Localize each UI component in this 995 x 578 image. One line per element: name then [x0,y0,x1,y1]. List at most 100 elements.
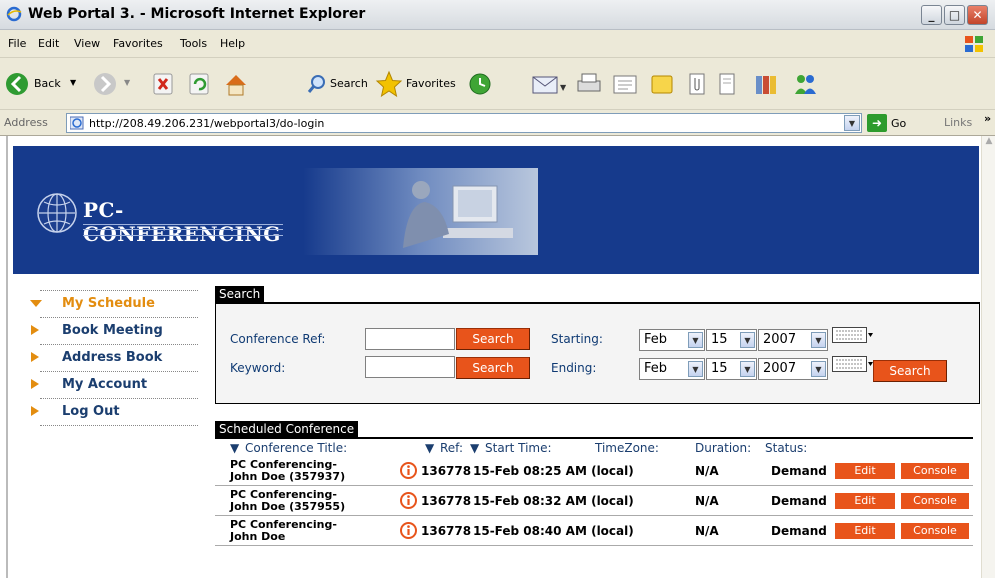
calendar-icon[interactable] [832,356,874,372]
research-icon[interactable] [752,68,782,100]
end-year-value: 2007 [763,361,797,376]
info-icon[interactable] [400,522,417,539]
edit-button[interactable]: Edit [835,493,895,509]
end-month-value: Feb [644,361,668,376]
sort-arrow-icon[interactable]: ▼ [230,441,239,455]
col-start-time[interactable]: Start Time: [485,441,552,455]
edit-icon[interactable] [610,68,640,100]
links-chevron-icon[interactable]: » [984,112,991,125]
conference-ref: 136778 [421,464,472,478]
home-icon[interactable] [222,68,250,100]
back-label[interactable]: Back [34,77,61,90]
search-panel-title: Search [215,286,265,302]
forward-icon[interactable] [92,68,118,100]
conference-status: Demand [771,464,827,478]
attachment-icon[interactable] [684,68,710,100]
console-button[interactable]: Console [901,523,969,539]
menu-tools[interactable]: Tools [180,37,207,50]
nav-item-address-book[interactable]: Address Book [30,345,198,371]
keyword-input[interactable] [365,356,455,378]
forward-dropdown-icon[interactable]: ▼ [124,78,130,87]
scroll-up-icon[interactable]: ▲ [982,136,995,150]
search-icon[interactable] [306,68,328,100]
sort-arrow-icon[interactable]: ▼ [470,441,479,455]
address-bar: Address http://208.49.206.231/webportal3… [0,110,995,136]
col-duration: Duration: [695,441,752,455]
start-year-select[interactable]: 2007 ▼ [758,329,828,351]
minimize-button[interactable]: _ [921,5,942,25]
nav-bullet-icon [31,352,39,362]
discuss-icon[interactable] [648,68,676,100]
back-icon[interactable] [4,68,30,100]
conference-title[interactable]: PC Conferencing- John Doe [230,519,337,543]
nav-divider [40,425,198,426]
calendar-icon[interactable] [832,327,874,343]
sort-arrow-icon[interactable]: ▼ [425,441,434,455]
info-icon[interactable] [400,462,417,479]
person-at-computer-image [403,181,513,248]
address-dropdown-icon[interactable]: ▼ [844,115,860,131]
address-url: http://208.49.206.231/webportal3/do-logi… [89,117,325,130]
page-icon [70,116,84,130]
vertical-scrollbar[interactable]: ▲ [981,136,995,578]
end-day-select[interactable]: 15 ▼ [706,358,757,380]
console-button[interactable]: Console [901,493,969,509]
menu-view[interactable]: View [74,37,100,50]
back-dropdown-icon[interactable]: ▼ [70,78,76,87]
document-icon[interactable] [716,68,738,100]
menu-file[interactable]: File [8,37,26,50]
start-day-select[interactable]: 15 ▼ [706,329,757,351]
conference-ref-input[interactable] [365,328,455,350]
end-year-select[interactable]: 2007 ▼ [758,358,828,380]
conference-title[interactable]: PC Conferencing- John Doe (357955) [230,489,345,513]
nav-item-book-meeting[interactable]: Book Meeting [30,318,198,344]
dropdown-arrow-icon: ▼ [811,361,826,377]
date-search-button[interactable]: Search [873,360,947,382]
viewport-left-border [0,136,8,578]
address-input[interactable]: http://208.49.206.231/webportal3/do-logi… [66,113,862,133]
menu-favorites[interactable]: Favorites [113,37,163,50]
stop-icon[interactable] [150,68,176,100]
links-label[interactable]: Links [944,116,972,129]
schedule-panel-title: Scheduled Conference [215,421,359,437]
window-title: Web Portal 3. - Microsoft Internet Explo… [28,6,366,22]
keyword-search-button[interactable]: Search [456,357,530,379]
conference-title-line: John Doe (357937) [230,470,346,483]
windows-logo-icon [965,36,983,52]
conference-ref-label: Conference Ref: [230,332,326,346]
end-month-select[interactable]: Feb ▼ [639,358,705,380]
nav-item-my-schedule[interactable]: My Schedule [30,291,198,317]
menu-help[interactable]: Help [220,37,245,50]
search-label[interactable]: Search [330,77,368,90]
go-label: Go [891,117,907,130]
go-arrow-icon: ➜ [867,114,887,132]
print-icon[interactable] [574,68,604,100]
mail-icon[interactable]: ▼ [530,68,568,100]
close-button[interactable]: ✕ [967,5,988,25]
table-row: PC Conferencing- John Doe 136778 15-Feb 0… [215,517,973,546]
favorites-label[interactable]: Favorites [406,77,456,90]
menu-edit[interactable]: Edit [38,37,59,50]
conference-ref-search-button[interactable]: Search [456,328,530,350]
dropdown-arrow-icon: ▼ [688,361,703,377]
favorites-star-icon[interactable] [374,68,404,100]
console-button[interactable]: Console [901,463,969,479]
conference-duration: N/A [695,494,719,508]
nav-item-my-account[interactable]: My Account [30,372,198,398]
nav-bullet-icon [31,379,39,389]
refresh-icon[interactable] [186,68,212,100]
conference-title[interactable]: PC Conferencing- John Doe (357937) [230,459,345,483]
nav-item-log-out[interactable]: Log Out [30,399,198,425]
col-conference-title[interactable]: Conference Title: [245,441,347,455]
maximize-button[interactable]: □ [944,5,965,25]
start-month-select[interactable]: Feb ▼ [639,329,705,351]
edit-button[interactable]: Edit [835,523,895,539]
info-icon[interactable] [400,492,417,509]
messenger-icon[interactable] [790,68,820,100]
edit-button[interactable]: Edit [835,463,895,479]
nav-bullet-icon [30,300,42,307]
nav-label: Book Meeting [62,323,163,338]
col-ref[interactable]: Ref: [440,441,463,455]
history-icon[interactable] [466,68,494,100]
col-timezone: TimeZone: [595,441,659,455]
